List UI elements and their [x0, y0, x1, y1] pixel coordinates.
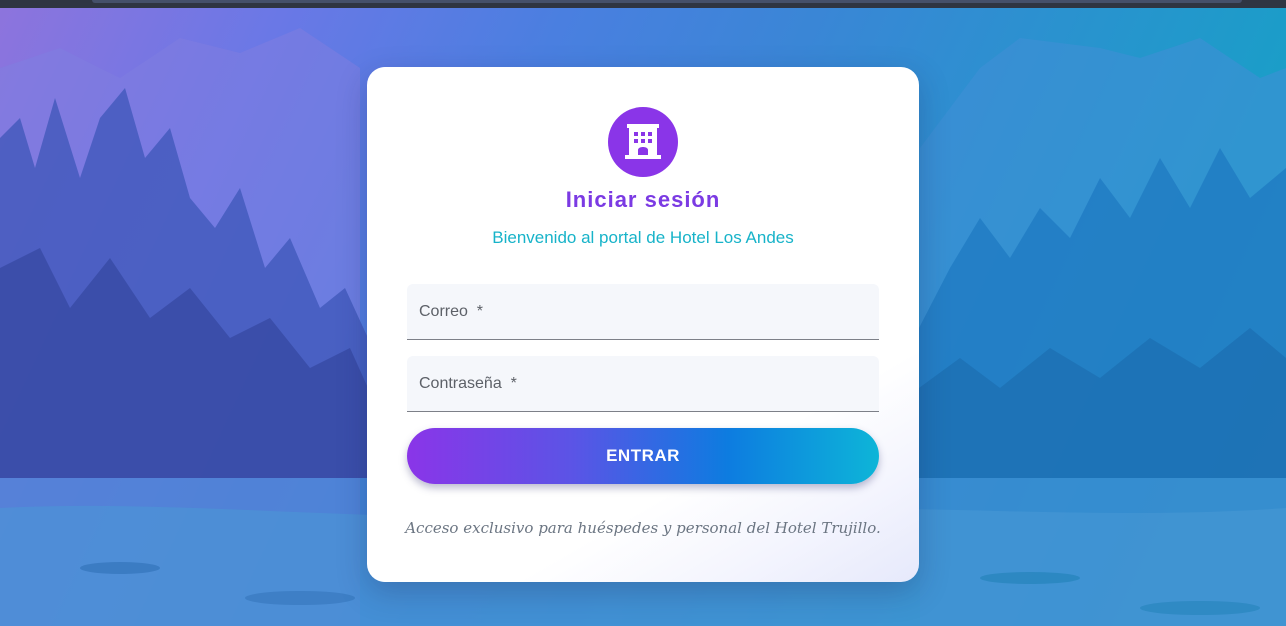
hotel-building-glyph	[625, 124, 661, 159]
hotel-building-icon	[608, 107, 678, 177]
page-title: Iniciar sesión	[565, 187, 721, 212]
password-field-container	[407, 356, 879, 412]
footer-note: Acceso exclusivo para huéspedes y person…	[405, 519, 881, 537]
submit-button[interactable]: ENTRAR	[407, 428, 879, 484]
login-card: Iniciar sesión Bienvenido al portal de H…	[367, 67, 919, 582]
welcome-subtitle: Bienvenido al portal de Hotel Los Andes	[492, 228, 794, 247]
email-field-container	[407, 284, 879, 340]
browser-top-bar	[0, 0, 1286, 8]
email-field[interactable]	[407, 284, 879, 339]
password-field[interactable]	[407, 356, 879, 411]
